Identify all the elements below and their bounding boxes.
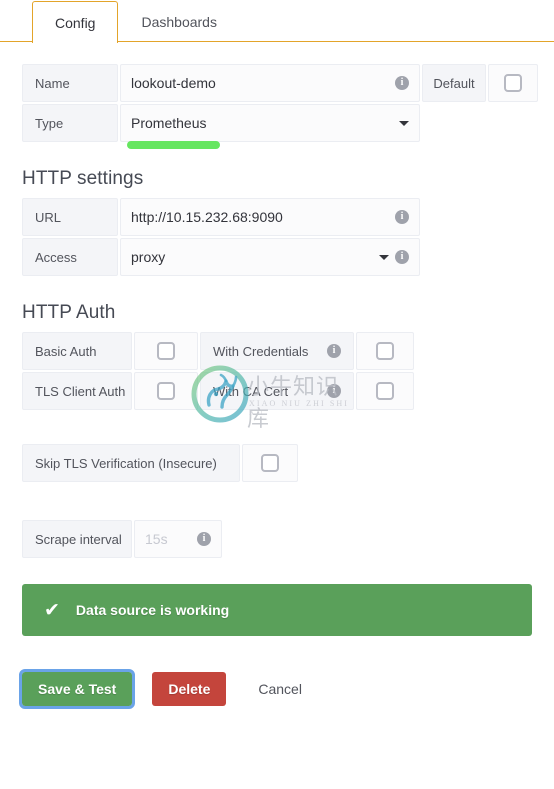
info-icon[interactable]: i [395, 210, 409, 224]
basic-auth-checkbox[interactable] [157, 342, 175, 360]
scrape-interval-placeholder: 15s [145, 531, 168, 547]
with-ca-cert-label: With CA Cert [213, 383, 289, 399]
cancel-button[interactable]: Cancel [242, 672, 318, 706]
name-input-value: lookout-demo [131, 75, 216, 91]
chevron-down-icon[interactable] [399, 120, 409, 126]
skip-tls-checkbox-cell[interactable] [242, 444, 298, 482]
status-banner-message: Data source is working [75, 602, 230, 618]
access-label: Access [22, 238, 118, 276]
info-icon[interactable]: i [327, 384, 341, 398]
with-credentials-label-cell: With Credentials i [200, 332, 354, 370]
with-credentials-checkbox[interactable] [376, 342, 394, 360]
with-ca-cert-checkbox-cell[interactable] [356, 372, 414, 410]
basic-auth-checkbox-cell[interactable] [134, 332, 198, 370]
datasource-config-page: Config Dashboards Name lookout-demo i De… [0, 0, 554, 789]
tls-client-auth-checkbox-cell[interactable] [134, 372, 198, 410]
access-select[interactable]: proxy i [120, 238, 420, 276]
type-label: Type [22, 104, 118, 142]
status-banner: ✔ Data source is working [22, 584, 532, 636]
default-label: Default [422, 64, 486, 102]
delete-button[interactable]: Delete [152, 672, 227, 706]
type-row: Type Prometheus [22, 104, 554, 142]
name-label: Name [22, 64, 118, 102]
http-auth-heading: HTTP Auth [22, 302, 116, 323]
url-label: URL [22, 198, 118, 236]
info-icon[interactable]: i [395, 76, 409, 90]
type-select[interactable]: Prometheus [120, 104, 420, 142]
save-and-test-button[interactable]: Save & Test [18, 669, 136, 709]
with-credentials-checkbox-cell[interactable] [356, 332, 414, 370]
name-row: Name lookout-demo i Default [22, 64, 554, 102]
http-settings-heading: HTTP settings [22, 168, 144, 189]
type-highlight-marker [127, 141, 220, 149]
name-input[interactable]: lookout-demo i [120, 64, 420, 102]
type-select-value: Prometheus [131, 115, 207, 131]
tab-dashboards[interactable]: Dashboards [118, 1, 240, 42]
default-checkbox-cell[interactable] [488, 64, 538, 102]
basic-auth-label: Basic Auth [22, 332, 132, 370]
info-icon[interactable]: i [197, 532, 211, 546]
with-ca-cert-label-cell: With CA Cert i [200, 372, 354, 410]
tab-bar: Config Dashboards [0, 0, 554, 43]
url-input-value: http://10.15.232.68:9090 [131, 209, 283, 225]
skip-tls-label: Skip TLS Verification (Insecure) [22, 444, 240, 482]
tls-client-auth-label: TLS Client Auth [22, 372, 132, 410]
skip-tls-checkbox[interactable] [261, 454, 279, 472]
tab-config[interactable]: Config [32, 1, 119, 43]
action-buttons: Save & Test Delete Cancel [18, 669, 554, 709]
basic-auth-row: Basic Auth With Credentials i [22, 332, 554, 370]
info-icon[interactable]: i [395, 250, 409, 264]
with-credentials-label: With Credentials [213, 343, 309, 359]
scrape-interval-row: Scrape interval 15s i [22, 520, 554, 558]
default-checkbox[interactable] [504, 74, 522, 92]
with-ca-cert-checkbox[interactable] [376, 382, 394, 400]
scrape-interval-label: Scrape interval [22, 520, 132, 558]
url-input[interactable]: http://10.15.232.68:9090 i [120, 198, 420, 236]
tab-config-label: Config [55, 14, 96, 31]
tls-client-auth-row: TLS Client Auth With CA Cert i [22, 372, 554, 410]
config-form: Name lookout-demo i Default Type Prometh… [0, 64, 554, 558]
access-row: Access proxy i [22, 238, 554, 276]
skip-tls-row: Skip TLS Verification (Insecure) [22, 444, 554, 482]
url-row: URL http://10.15.232.68:9090 i [22, 198, 554, 236]
tab-dashboards-label: Dashboards [141, 14, 217, 30]
scrape-interval-input[interactable]: 15s i [134, 520, 222, 558]
tls-client-auth-checkbox[interactable] [157, 382, 175, 400]
chevron-down-icon[interactable] [379, 254, 389, 260]
info-icon[interactable]: i [327, 344, 341, 358]
check-icon: ✔ [44, 599, 60, 621]
access-select-value: proxy [131, 249, 166, 265]
